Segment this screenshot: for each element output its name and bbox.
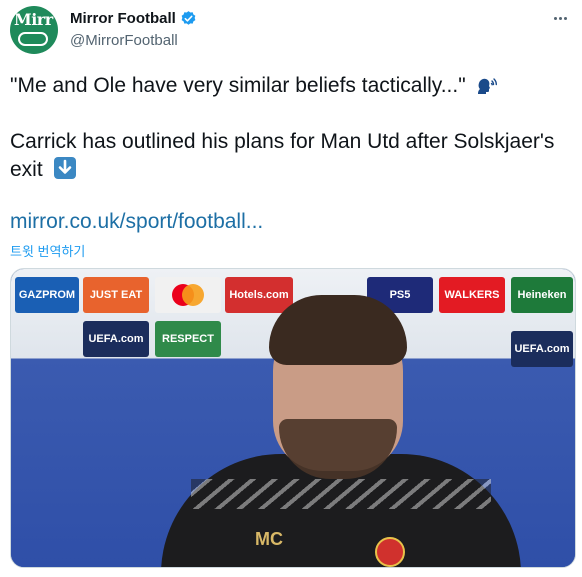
down-arrow-icon: [53, 157, 76, 179]
person-hair: [269, 295, 407, 365]
handle[interactable]: @MirrorFootball: [70, 32, 178, 49]
name-row: Mirror Football: [70, 10, 197, 27]
avatar[interactable]: Mirr: [10, 6, 58, 54]
sponsor-logo: Heineken: [511, 277, 573, 313]
verified-badge-icon: [181, 11, 196, 25]
tweet-image[interactable]: GAZPROM JUST EAT Hotels.com PS5 WALKERS …: [10, 268, 576, 568]
sponsor-logo: JUST EAT: [83, 277, 149, 313]
tweet-text: "Me and Ole have very similar beliefs ta…: [10, 72, 570, 184]
jacket-stripes: [191, 479, 491, 509]
article-link[interactable]: mirror.co.uk/sport/football...: [10, 210, 263, 234]
body-line-text: Carrick has outlined his plans for Man U…: [10, 130, 555, 181]
avatar-logo-text: Mirr: [14, 10, 53, 29]
more-icon[interactable]: [548, 8, 572, 28]
body-line: Carrick has outlined his plans for Man U…: [10, 128, 570, 184]
sponsor-logo: Hotels.com: [225, 277, 293, 313]
sponsor-logo: GAZPROM: [15, 277, 79, 313]
translate-link[interactable]: 트윗 번역하기: [10, 241, 85, 260]
display-name[interactable]: Mirror Football: [70, 10, 176, 27]
sponsor-logo: UEFA.com: [511, 331, 573, 367]
sponsor-logo: RESPECT: [155, 321, 221, 357]
mastercard-logo: [155, 277, 221, 313]
speaking-head-icon: [477, 78, 497, 94]
tweet-header: Mirr Mirror Football @MirrorFootball: [10, 6, 576, 58]
quote-line: "Me and Ole have very similar beliefs ta…: [10, 72, 570, 100]
shirt-initials: MC: [255, 529, 283, 549]
sponsor-logo: UEFA.com: [83, 321, 149, 357]
avatar-ball-icon: [18, 32, 48, 46]
quote-text: "Me and Ole have very similar beliefs ta…: [10, 74, 466, 97]
sponsor-logo: WALKERS: [439, 277, 505, 313]
club-crest-icon: [375, 537, 405, 567]
